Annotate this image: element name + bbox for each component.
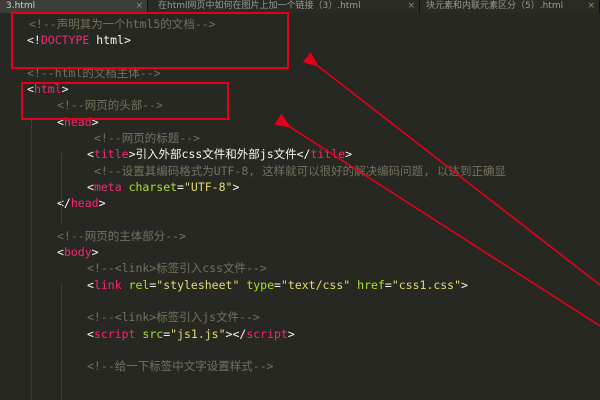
body-tag: body — [63, 245, 92, 260]
close-icon[interactable]: × — [587, 0, 595, 12]
code-line: <!--网页的主体部分--> — [0, 228, 600, 244]
code-line: <!--网页的标题--> — [0, 130, 600, 146]
code-line: <script src="js1.js"></script> — [87, 326, 295, 341]
code-line: <!--<link>标签引入css文件--> — [0, 260, 600, 276]
title-content: 引入外部css文件和外部js文件 — [135, 147, 297, 162]
tab-label: 3.html — [6, 1, 36, 11]
code-editor[interactable]: 3.html × 在html网页中如何在图片上加一个链接（3）.html × 块… — [0, 0, 600, 400]
annotation-box-doctype — [11, 12, 289, 69]
code-line: <meta charset="UTF-8"> — [87, 179, 240, 194]
indent-guide — [61, 152, 62, 224]
code-line: </head> — [57, 196, 106, 211]
close-icon[interactable]: × — [135, 0, 143, 12]
title-tag: title — [93, 147, 129, 162]
comment-body: <!--网页的主体部分--> — [57, 228, 186, 243]
code-line: <!--给一下标签中文字设置样式--> — [0, 358, 600, 374]
code-line: <link rel="stylesheet" type="text/css" h… — [87, 277, 468, 292]
code-area[interactable]: <!--声明其为一个html5的文档--> <!DOCTYPE html> <!… — [0, 16, 600, 375]
code-line: <!--设置其编码格式为UTF-8, 这样就可以很好的解决编码问题, 以达到正确… — [0, 163, 600, 179]
comment-link-js: <!--<link>标签引入js文件--> — [87, 310, 260, 325]
comment-title: <!--网页的标题--> — [94, 131, 200, 146]
tab-block-inline-html[interactable]: 块元素和内联元素区分（5）.html × — [420, 0, 600, 13]
head-close-tag: head — [70, 196, 99, 211]
close-icon[interactable]: × — [407, 0, 415, 12]
meta-tag: meta — [93, 179, 122, 194]
code-line: <!--<link>标签引入js文件--> — [0, 309, 600, 325]
indent-guide — [31, 120, 32, 400]
link-tag: link — [93, 277, 122, 292]
indent-guide — [61, 283, 62, 400]
annotation-box-html-tag — [21, 82, 229, 120]
tab-label: 块元素和内联元素区分（5）.html — [426, 1, 564, 11]
tab-label: 在html网页中如何在图片上加一个链接（3）.html — [158, 1, 361, 11]
code-line: <body> — [57, 245, 99, 260]
comment-text-style: <!--给一下标签中文字设置样式--> — [87, 359, 274, 374]
comment-charset: <!--设置其编码格式为UTF-8, 这样就可以很好的解决编码问题, 以达到正确… — [94, 163, 507, 178]
comment-link-css: <!--<link>标签引入css文件--> — [87, 261, 267, 276]
script-tag: script — [93, 326, 136, 341]
code-line: <title>引入外部css文件和外部js文件</title> — [87, 147, 353, 162]
